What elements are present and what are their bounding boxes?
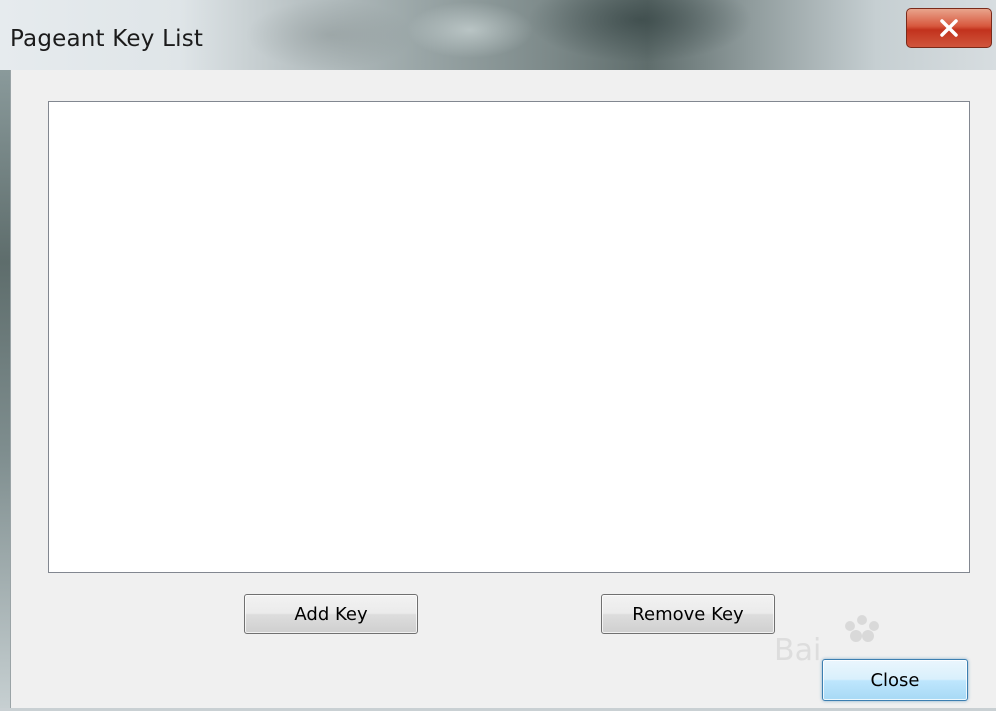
window-close-button[interactable] [906, 8, 992, 48]
window-title: Pageant Key List [10, 26, 204, 52]
close-button[interactable]: Close [822, 659, 968, 701]
window-frame-left [0, 70, 10, 711]
remove-key-button[interactable]: Remove Key [601, 594, 775, 634]
title-bar[interactable]: Pageant Key List [0, 0, 996, 70]
close-x-icon [940, 19, 958, 37]
add-key-button[interactable]: Add Key [244, 594, 418, 634]
pageant-key-list-window: Pageant Key List Add Key Remove Key Bai … [0, 0, 996, 711]
key-list-box[interactable] [48, 101, 970, 573]
